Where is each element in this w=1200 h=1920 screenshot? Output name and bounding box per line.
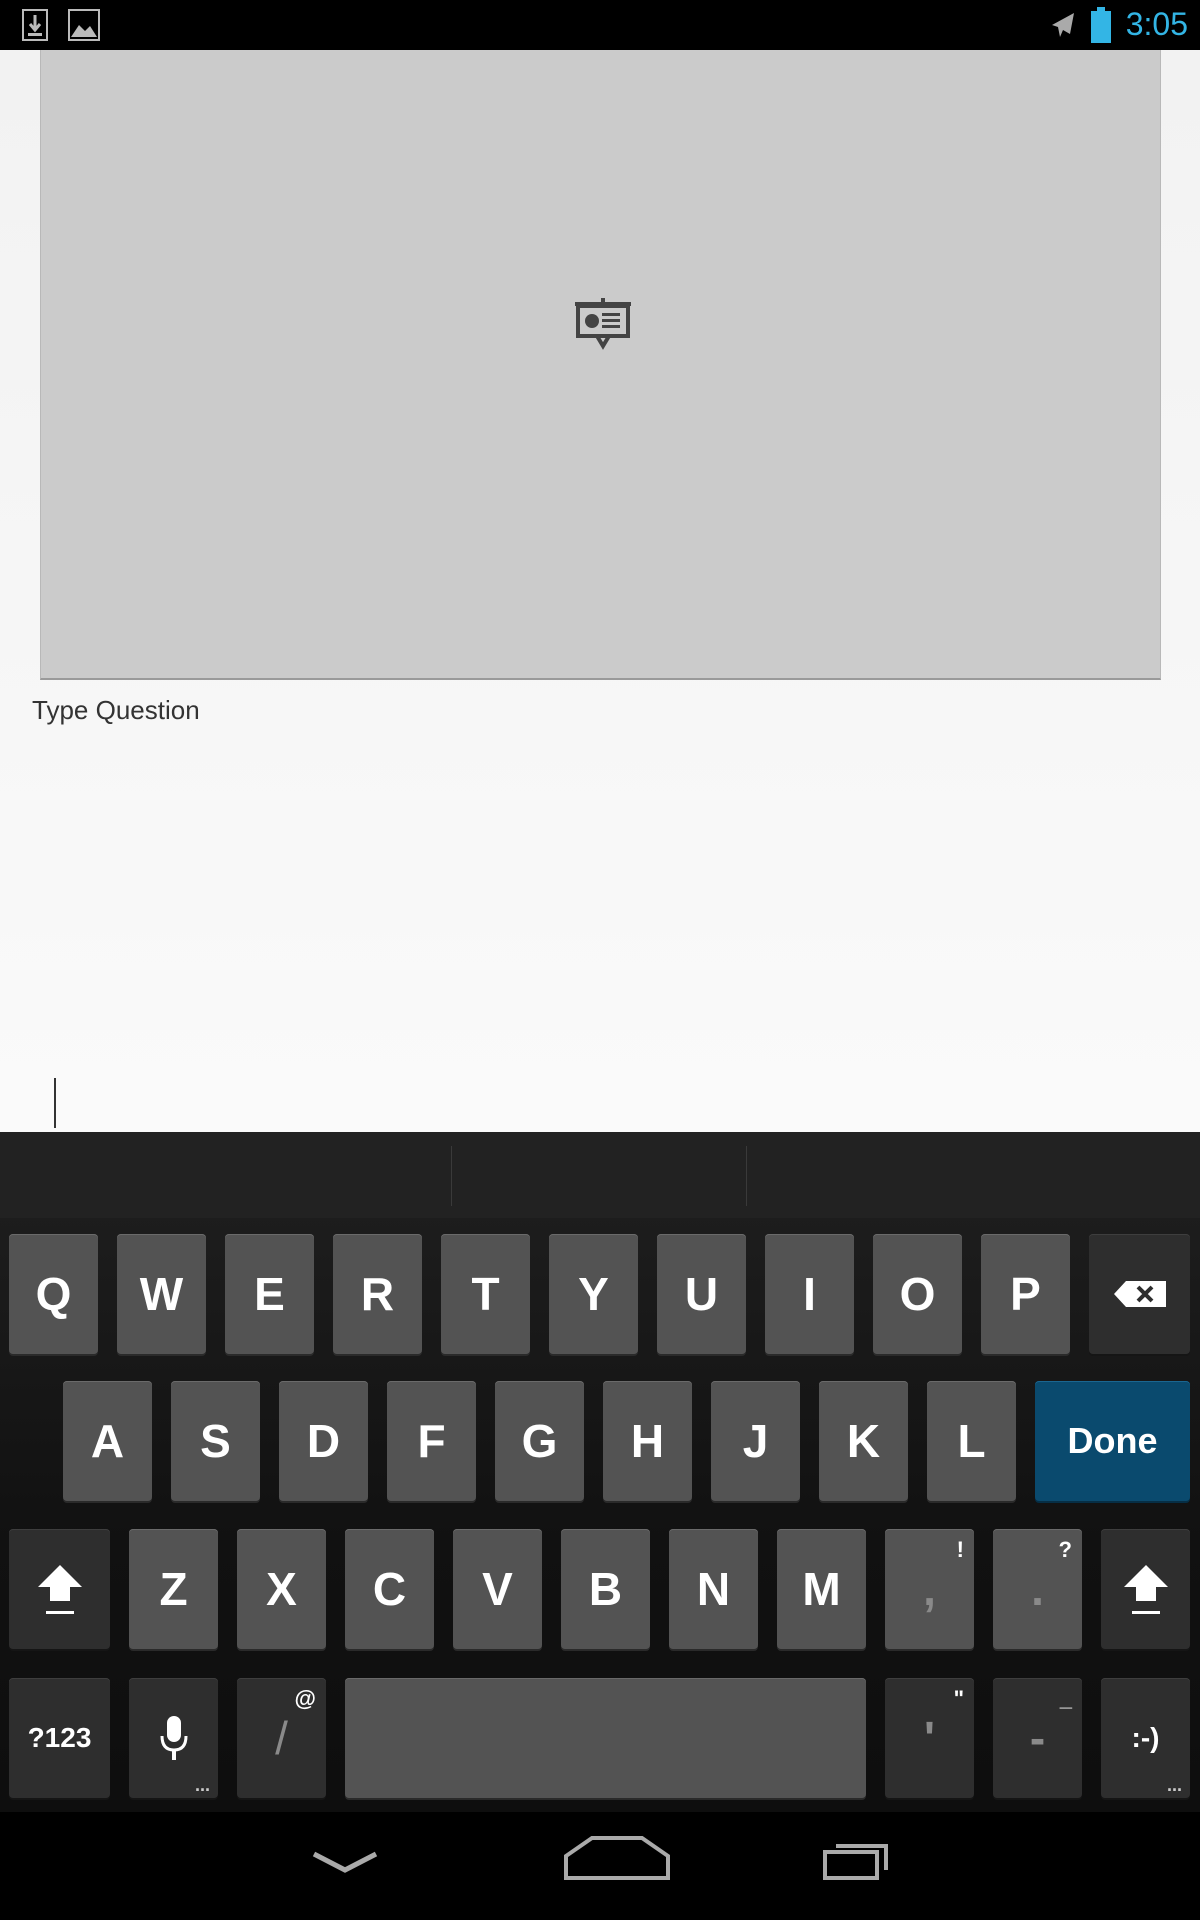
- suggestion-divider: [451, 1146, 452, 1206]
- status-bar: 3:05: [0, 0, 1200, 50]
- done-key[interactable]: Done: [1035, 1381, 1190, 1501]
- apostrophe-hint: ": [953, 1686, 964, 1711]
- key-c[interactable]: C: [345, 1529, 434, 1649]
- suggestion-strip[interactable]: [0, 1132, 1200, 1218]
- slash-hint: @: [294, 1686, 316, 1711]
- key-comma[interactable]: , !: [885, 1529, 974, 1649]
- key-w[interactable]: W: [117, 1234, 206, 1354]
- presentation-icon: [575, 298, 631, 350]
- key-v[interactable]: V: [453, 1529, 542, 1649]
- comma-hint: !: [956, 1537, 964, 1562]
- key-h[interactable]: H: [603, 1381, 692, 1501]
- battery-icon: [1091, 7, 1111, 43]
- key-dash[interactable]: - _: [993, 1678, 1082, 1798]
- shift-icon: [1123, 1565, 1168, 1614]
- key-r[interactable]: R: [333, 1234, 422, 1354]
- emoticon-key[interactable]: :-) ...: [1101, 1678, 1190, 1798]
- key-q[interactable]: Q: [9, 1234, 98, 1354]
- period-label: .: [1031, 1563, 1044, 1615]
- slash-label: /: [275, 1712, 288, 1764]
- key-d[interactable]: D: [279, 1381, 368, 1501]
- key-slash[interactable]: / @: [237, 1678, 326, 1798]
- dash-label: -: [1029, 1712, 1046, 1764]
- shift-icon: [37, 1565, 82, 1614]
- dash-hint: _: [1059, 1686, 1072, 1711]
- symbols-key[interactable]: ?123: [9, 1678, 110, 1798]
- text-cursor: [54, 1078, 56, 1128]
- key-l[interactable]: L: [927, 1381, 1016, 1501]
- comma-label: ,: [923, 1563, 936, 1615]
- key-o[interactable]: O: [873, 1234, 962, 1354]
- spacebar[interactable]: [345, 1678, 866, 1798]
- key-g[interactable]: G: [495, 1381, 584, 1501]
- key-u[interactable]: U: [657, 1234, 746, 1354]
- key-m[interactable]: M: [777, 1529, 866, 1649]
- back-icon[interactable]: [310, 1848, 380, 1878]
- voice-input-key[interactable]: ...: [129, 1678, 218, 1798]
- backspace-key[interactable]: [1089, 1234, 1190, 1354]
- backspace-icon: [1113, 1281, 1166, 1307]
- key-i[interactable]: I: [765, 1234, 854, 1354]
- key-x[interactable]: X: [237, 1529, 326, 1649]
- key-y[interactable]: Y: [549, 1234, 638, 1354]
- more-dots: ...: [1166, 1775, 1182, 1795]
- key-t[interactable]: T: [441, 1234, 530, 1354]
- navigation-bar: [0, 1812, 1200, 1920]
- key-z[interactable]: Z: [129, 1529, 218, 1649]
- key-a[interactable]: A: [63, 1381, 152, 1501]
- period-hint: ?: [1058, 1537, 1072, 1562]
- emoticon-label: :-): [1131, 1722, 1160, 1753]
- key-e[interactable]: E: [225, 1234, 314, 1354]
- key-p[interactable]: P: [981, 1234, 1070, 1354]
- more-dots: ...: [194, 1775, 210, 1795]
- key-j[interactable]: J: [711, 1381, 800, 1501]
- home-icon[interactable]: [562, 1834, 672, 1882]
- airplane-mode-icon: [1052, 13, 1074, 37]
- apostrophe-label: ': [924, 1712, 935, 1764]
- key-b[interactable]: B: [561, 1529, 650, 1649]
- slide-preview[interactable]: [40, 50, 1161, 680]
- key-apostrophe[interactable]: ' ": [885, 1678, 974, 1798]
- suggestion-divider: [746, 1146, 747, 1206]
- question-label: Type Question: [32, 695, 200, 725]
- key-n[interactable]: N: [669, 1529, 758, 1649]
- microphone-icon: [160, 1716, 187, 1760]
- key-k[interactable]: K: [819, 1381, 908, 1501]
- key-f[interactable]: F: [387, 1381, 476, 1501]
- soft-keyboard: Q W E R T Y U I O P A S D F G H J K L Do…: [0, 1132, 1200, 1812]
- clock: 3:05: [1125, 6, 1188, 42]
- shift-key-right[interactable]: [1101, 1529, 1190, 1649]
- question-input[interactable]: [32, 1062, 1132, 1132]
- shift-key-left[interactable]: [9, 1529, 110, 1649]
- key-s[interactable]: S: [171, 1381, 260, 1501]
- question-editor: Type Question: [0, 50, 1200, 1132]
- recent-apps-icon[interactable]: [822, 1836, 892, 1882]
- key-period[interactable]: . ?: [993, 1529, 1082, 1649]
- image-icon: [68, 9, 100, 41]
- download-icon: [22, 9, 48, 41]
